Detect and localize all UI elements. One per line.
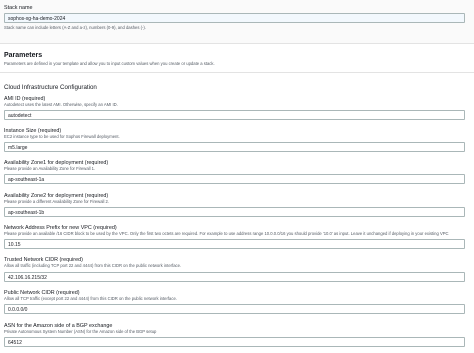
az1-input[interactable]: ap-southeast-1a xyxy=(4,174,465,184)
stack-name-label: Stack name xyxy=(4,5,33,11)
asn-hint: Private Autonomous System Number (ASN) f… xyxy=(4,329,157,334)
stack-name-input[interactable]: sophos-xg-ha-demo-2024 xyxy=(4,13,465,23)
stack-details-page: Stack name sophos-xg-ha-demo-2024 Stack … xyxy=(0,0,474,353)
instance-size-input[interactable]: m5.large xyxy=(4,142,465,152)
asn-input[interactable]: 64512 xyxy=(4,337,465,347)
public-cidr-hint: Allow all TCP traffic (except port 22 an… xyxy=(4,296,177,301)
vpc-prefix-input[interactable]: 10.15 xyxy=(4,239,465,249)
az2-input[interactable]: ap-southeast-1b xyxy=(4,207,465,217)
ami-id-input[interactable]: autodetect xyxy=(4,110,465,120)
public-cidr-input[interactable]: 0.0.0.0/0 xyxy=(4,304,465,314)
az2-hint: Please provide a different Availability … xyxy=(4,199,110,204)
parameters-heading: Parameters xyxy=(4,52,43,59)
trusted-cidr-input[interactable]: 42.106.16.215/32 xyxy=(4,272,465,282)
ami-id-hint: Autodetect uses the latest AMI. Otherwis… xyxy=(4,102,118,107)
parameters-divider xyxy=(0,72,474,73)
trusted-cidr-hint: Allow all traffic (including TCP port 22… xyxy=(4,263,182,268)
parameters-description: Parameters are defined in your template … xyxy=(4,61,215,66)
az1-hint: Please provide an Availability Zone for … xyxy=(4,166,96,171)
instance-size-hint: EC2 instance type to be used for Sophos … xyxy=(4,134,120,139)
stack-name-hint: Stack name can include letters (A-Z and … xyxy=(4,25,146,30)
group-title: Cloud Infrastructure Configuration xyxy=(4,84,97,91)
vpc-prefix-hint: Please provide an available /16 CIDR blo… xyxy=(4,231,449,236)
